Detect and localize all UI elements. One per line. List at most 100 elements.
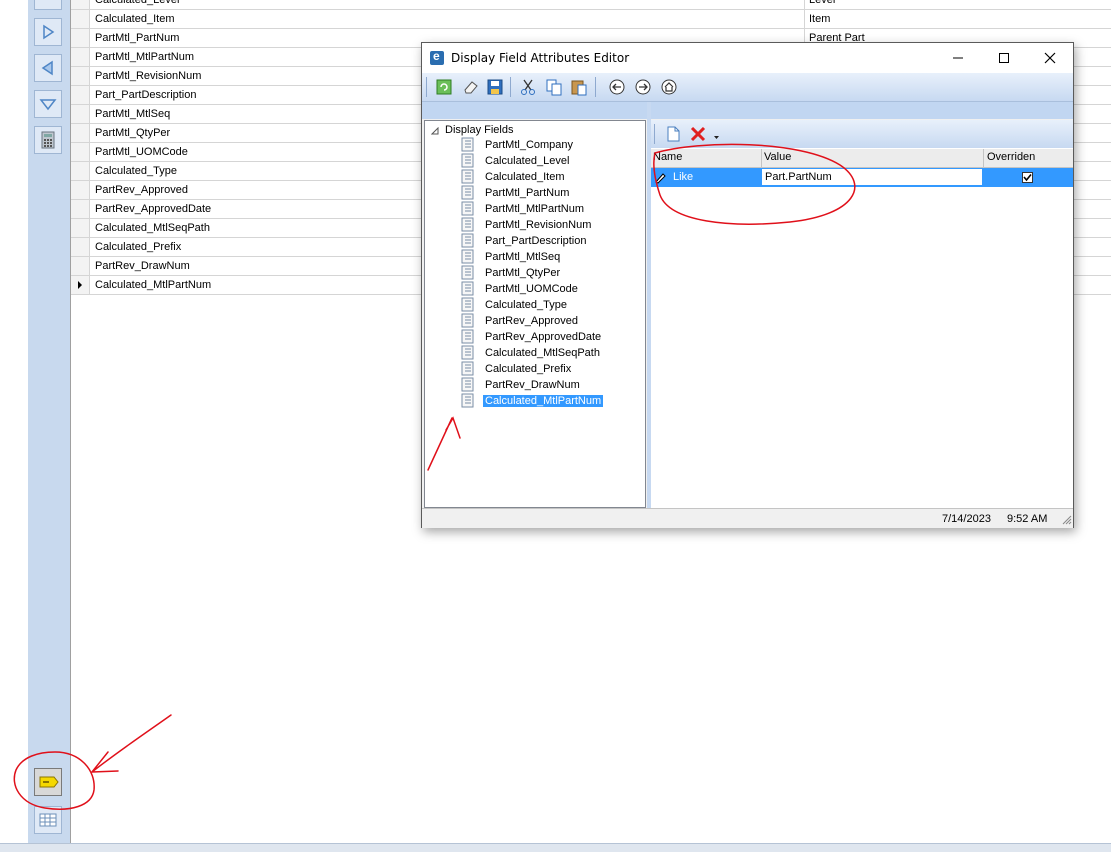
cut-button[interactable] [519,78,537,96]
column-divider[interactable] [761,149,762,167]
tree-item-label[interactable]: PartRev_DrawNum [483,379,582,391]
move-down-button[interactable] [34,90,62,118]
grid-cell-field[interactable]: PartRev_ApprovedDate [95,203,211,215]
maximize-button[interactable] [981,43,1027,73]
tree-item-label[interactable]: PartRev_Approved [483,315,580,327]
refresh-button[interactable] [435,78,453,96]
field-icon [461,249,474,264]
tree-item-label[interactable]: PartMtl_MtlPartNum [483,203,586,215]
column-header-name[interactable]: Name [653,151,682,163]
save-button[interactable] [486,78,504,96]
tree-item-label[interactable]: Calculated_Prefix [483,363,573,375]
row-selector[interactable] [71,124,90,142]
row-selector[interactable] [71,48,90,66]
current-row-arrow-icon [78,281,82,289]
clear-button[interactable] [462,78,480,96]
row-selector[interactable] [71,143,90,161]
grid-cell-field[interactable]: PartRev_Approved [95,184,188,196]
grid-cell-field[interactable]: PartMtl_QtyPer [95,127,170,139]
grid-cell-field[interactable]: Calculated_MtlPartNum [95,279,211,291]
attribute-value-field[interactable]: Part.PartNum [761,168,983,186]
row-selector[interactable] [71,238,90,256]
tree-item-label[interactable]: Calculated_Item [483,171,567,183]
grid-cell-field[interactable]: Part_PartDescription [95,89,197,101]
grid-cell-field[interactable]: PartMtl_UOMCode [95,146,188,158]
dialog-toolbar [422,73,1073,102]
tree-item-label[interactable]: Calculated_MtlPartNum [483,395,604,407]
grid-cell-field[interactable]: PartRev_DrawNum [95,260,190,272]
grid-cell-field[interactable]: Calculated_Type [95,165,177,177]
grid-cell-field[interactable]: Calculated_Prefix [95,241,181,253]
paste-button[interactable] [570,78,588,96]
row-selector[interactable] [71,162,90,180]
grid-icon [39,813,57,827]
tree-item-label[interactable]: PartMtl_RevisionNum [483,219,593,231]
grid-row[interactable]: Calculated_Item Item [71,10,1111,29]
tree-item-label[interactable]: Calculated_Level [483,155,571,167]
back-button[interactable] [608,78,626,96]
row-selector[interactable] [71,257,90,275]
tree-item-label[interactable]: PartMtl_PartNum [483,187,571,199]
tree-item-label[interactable]: Calculated_Type [483,299,569,311]
row-selector[interactable] [71,219,90,237]
grid-cell-field[interactable]: Calculated_MtlSeqPath [95,222,210,234]
tree-item-label[interactable]: PartMtl_UOMCode [483,283,580,295]
collapse-triangle-icon[interactable] [431,127,439,135]
grid-row[interactable]: Calculated_Level Level [71,0,1111,10]
field-icon [461,153,474,168]
grid-view-button[interactable] [34,806,62,834]
tag-icon [39,776,59,788]
dialog-title: Display Field Attributes Editor [451,51,630,65]
tree-item-label[interactable]: PartMtl_QtyPer [483,267,562,279]
attribute-row[interactable]: Like Part.PartNum [651,168,1073,187]
tree-item-label[interactable]: PartMtl_Company [483,139,575,151]
grid-cell-field[interactable]: PartMtl_PartNum [95,32,179,44]
display-field-attributes-button[interactable] [34,768,62,796]
row-selector[interactable] [71,29,90,47]
field-icon [461,345,474,360]
copy-button[interactable] [545,78,563,96]
grid-cell-field[interactable]: PartMtl_RevisionNum [95,70,201,82]
dialog-titlebar[interactable]: e Display Field Attributes Editor [422,43,1073,73]
grid-cell-field[interactable]: Calculated_Item [95,13,175,25]
dropdown-arrow-icon[interactable] [714,135,720,141]
grid-cell-field[interactable]: PartMtl_MtlSeq [95,108,170,120]
row-selector[interactable] [71,105,90,123]
overriden-checkbox[interactable] [1022,172,1033,183]
delete-attribute-button[interactable] [689,125,707,143]
display-fields-tree[interactable]: Display Fields PartMtl_Company Calculated… [424,120,646,508]
collapse-left-button[interactable] [34,54,62,82]
column-header-overriden[interactable]: Overriden [987,151,1035,163]
tree-item-label[interactable]: PartMtl_MtlSeq [483,251,562,263]
resize-grip-icon[interactable] [1062,515,1072,525]
home-button[interactable] [660,78,678,96]
grid-cell-field[interactable]: Calculated_Level [95,0,179,6]
row-selector[interactable] [71,67,90,85]
tree-root-label[interactable]: Display Fields [445,124,513,136]
column-divider[interactable] [983,149,984,167]
row-selector[interactable] [71,86,90,104]
row-selector[interactable] [71,200,90,218]
tool-button-top[interactable] [34,0,62,10]
tree-item-label[interactable]: Calculated_MtlSeqPath [483,347,602,359]
grid-cell-field[interactable]: PartMtl_MtlPartNum [95,51,194,63]
grid-cell-label[interactable]: Item [809,13,830,25]
close-button[interactable] [1027,43,1073,73]
refresh-icon [436,79,452,95]
new-attribute-button[interactable] [664,125,682,143]
row-selector[interactable] [71,10,90,28]
epicor-logo-icon: e [430,49,444,65]
row-selector[interactable] [71,276,90,294]
tree-item-label[interactable]: Part_PartDescription [483,235,589,247]
attribute-value[interactable]: Part.PartNum [765,171,832,183]
expand-right-button[interactable] [34,18,62,46]
minimize-button[interactable] [935,43,981,73]
forward-button[interactable] [634,78,652,96]
row-selector[interactable] [71,0,90,9]
grid-cell-label[interactable]: Level [809,0,835,6]
row-selector[interactable] [71,181,90,199]
column-header-value[interactable]: Value [764,151,791,163]
calculator-button[interactable] [34,126,62,154]
attribute-name[interactable]: Like [673,171,693,183]
tree-item-label[interactable]: PartRev_ApprovedDate [483,331,603,343]
